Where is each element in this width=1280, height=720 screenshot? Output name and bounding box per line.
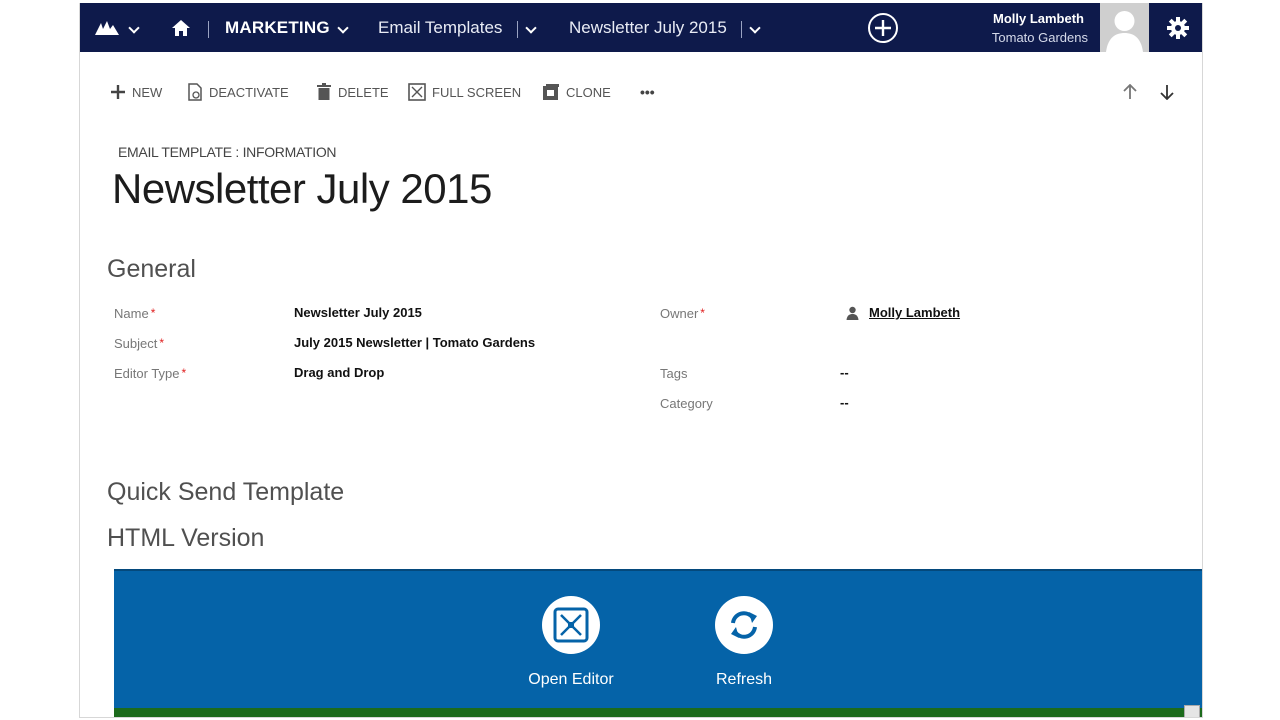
clone-icon: [543, 84, 559, 100]
previous-record-button[interactable]: [1123, 79, 1137, 105]
home-icon: [172, 19, 190, 36]
required-marker: *: [159, 336, 165, 350]
add-circle-icon: [868, 12, 898, 43]
app-logo-button[interactable]: [94, 3, 140, 52]
module-menu[interactable]: MARKETING: [225, 3, 349, 52]
category-field[interactable]: --: [840, 395, 849, 410]
name-field[interactable]: Newsletter July 2015: [294, 305, 422, 320]
section-quick-send-heading: Quick Send Template: [107, 478, 345, 506]
editor-content-strip: [114, 708, 1202, 717]
chevron-down-icon: [525, 19, 537, 37]
module-label: MARKETING: [225, 17, 330, 37]
tags-label: Tags: [660, 366, 688, 381]
name-label: Name *: [114, 306, 156, 321]
open-editor-label: Open Editor: [528, 671, 614, 688]
refresh-button[interactable]: [715, 596, 773, 654]
app-window: MARKETING Email Templates Newsletter Jul…: [79, 3, 1203, 718]
refresh-label: Refresh: [715, 671, 773, 688]
owner-label: Owner *: [660, 306, 705, 321]
owner-field[interactable]: Molly Lambeth: [846, 305, 960, 320]
required-marker: *: [700, 306, 705, 320]
deactivate-icon: [188, 83, 202, 101]
settings-button[interactable]: [1153, 3, 1202, 52]
more-commands-button[interactable]: •••: [640, 79, 655, 105]
user-icon: [846, 306, 859, 320]
refresh-icon: [731, 611, 757, 639]
owner-link[interactable]: Molly Lambeth: [869, 305, 960, 320]
entity-menu-dropdown[interactable]: [525, 3, 537, 52]
panel-corner-button[interactable]: [1184, 705, 1200, 717]
editor-type-label: Editor Type *: [114, 366, 187, 381]
plus-icon: [111, 85, 125, 99]
category-label: Category: [660, 396, 713, 411]
content-editor-panel: Open Editor Refresh: [114, 569, 1202, 717]
chevron-down-icon: [749, 19, 761, 37]
full-screen-label: FULL SCREEN: [432, 84, 522, 100]
delete-label: DELETE: [338, 84, 389, 100]
full-screen-button[interactable]: FULL SCREEN: [408, 79, 521, 105]
logo-icon: [95, 20, 119, 35]
user-avatar-icon: [1100, 3, 1149, 52]
editor-type-field[interactable]: Drag and Drop: [294, 365, 384, 380]
deactivate-label: DEACTIVATE: [209, 84, 289, 100]
expand-icon: [553, 607, 589, 643]
trash-icon: [317, 83, 331, 100]
page-title: Newsletter July 2015: [112, 165, 492, 212]
top-nav-bar: MARKETING Email Templates Newsletter Jul…: [80, 3, 1202, 52]
avatar[interactable]: [1100, 3, 1149, 52]
entity-nav-link[interactable]: Email Templates: [378, 3, 502, 52]
arrow-up-icon: [1123, 84, 1137, 99]
entity-label: Email Templates: [378, 17, 503, 37]
chevron-down-icon: [128, 19, 140, 37]
deactivate-button[interactable]: DEACTIVATE: [187, 79, 289, 105]
open-editor-button[interactable]: [542, 596, 600, 654]
record-nav-link[interactable]: Newsletter July 2015: [569, 3, 727, 52]
create-button[interactable]: [867, 3, 899, 52]
more-label: •••: [640, 84, 655, 100]
section-html-version-heading: HTML Version: [107, 524, 265, 552]
chevron-down-icon: [337, 19, 349, 37]
record-label: Newsletter July 2015: [569, 17, 727, 37]
gear-icon: [1166, 16, 1189, 39]
subject-label: Subject *: [114, 336, 165, 351]
required-marker: *: [181, 366, 187, 380]
nav-separator: [741, 21, 742, 38]
nav-separator: [208, 21, 209, 38]
form-type-label: EMAIL TEMPLATE : INFORMATION: [118, 144, 337, 160]
clone-label: CLONE: [566, 84, 611, 100]
new-button[interactable]: NEW: [110, 79, 162, 105]
delete-button[interactable]: DELETE: [316, 79, 389, 105]
next-record-button[interactable]: [1160, 79, 1174, 105]
home-button[interactable]: [171, 3, 191, 52]
new-label: NEW: [132, 84, 163, 100]
required-marker: *: [150, 306, 156, 320]
full-screen-icon: [408, 83, 426, 101]
nav-separator: [517, 21, 518, 38]
user-name: Molly Lambeth: [992, 11, 1084, 26]
section-general-heading: General: [107, 255, 196, 283]
clone-button[interactable]: CLONE: [542, 79, 611, 105]
user-organization: Tomato Gardens: [991, 30, 1088, 45]
tags-field[interactable]: --: [840, 365, 849, 380]
subject-field[interactable]: July 2015 Newsletter | Tomato Gardens: [294, 335, 535, 350]
record-menu-dropdown[interactable]: [749, 3, 761, 52]
arrow-down-icon: [1160, 85, 1174, 100]
